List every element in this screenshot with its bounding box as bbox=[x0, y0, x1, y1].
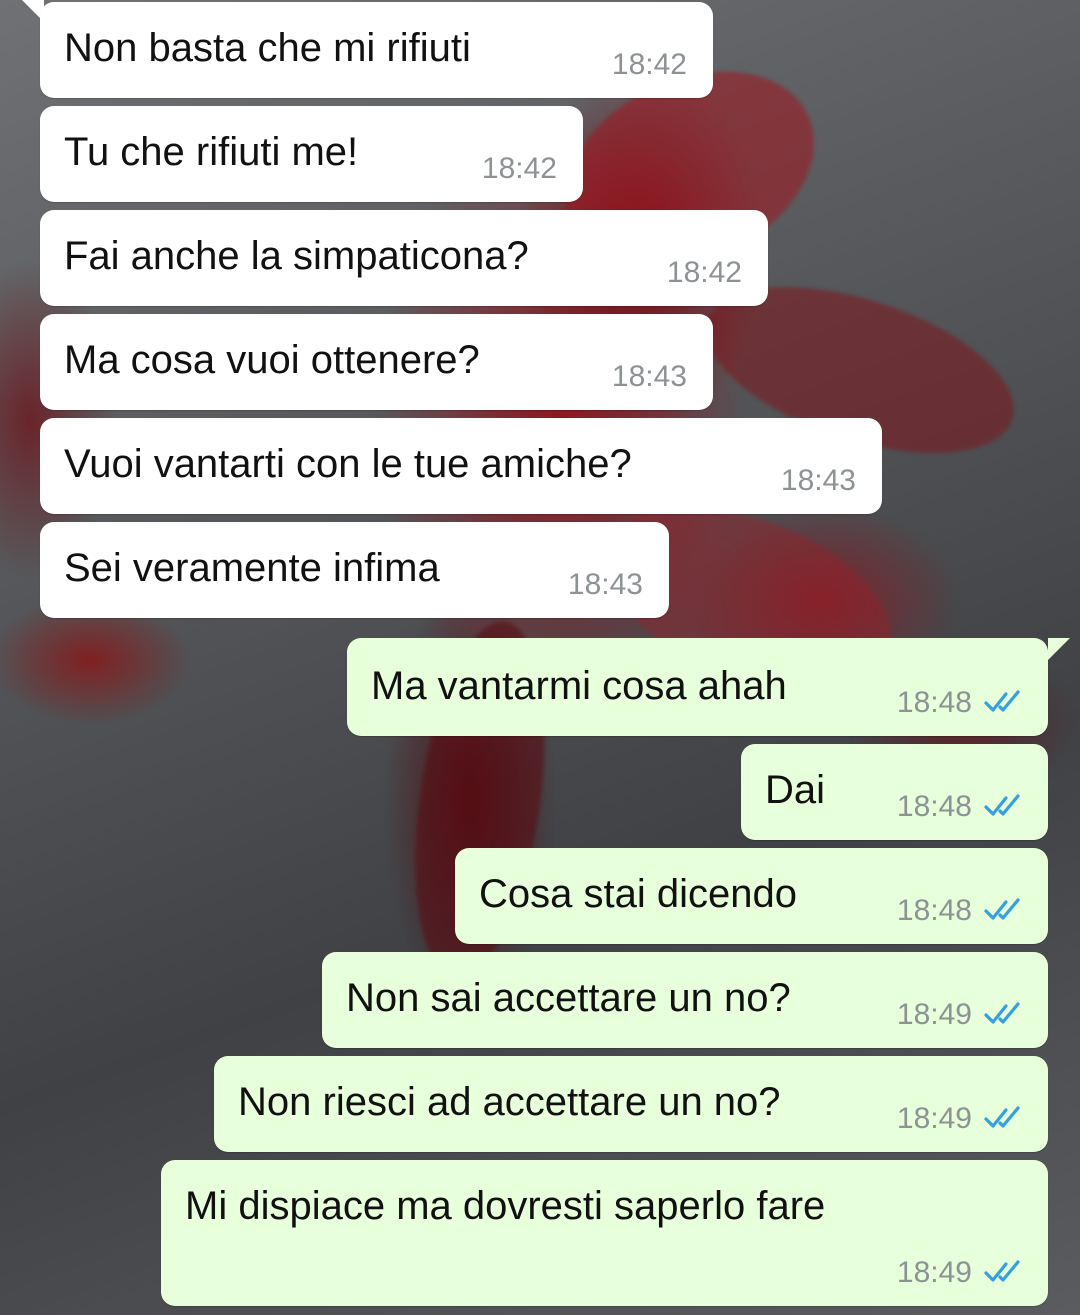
double-check-icon bbox=[984, 1260, 1020, 1282]
incoming-message[interactable]: Sei veramente infima 18:43 bbox=[40, 522, 669, 618]
message-text: Non sai accettare un no? bbox=[346, 976, 791, 1020]
message-text: Non basta che mi rifiuti bbox=[64, 26, 471, 70]
double-check-icon bbox=[984, 1002, 1020, 1024]
outgoing-message[interactable]: Non sai accettare un no? 18:49 bbox=[322, 952, 1048, 1048]
incoming-message[interactable]: Ma cosa vuoi ottenere? 18:43 bbox=[40, 314, 713, 410]
outgoing-message[interactable]: Mi dispiace ma dovresti saperlo fare 18:… bbox=[161, 1160, 1048, 1306]
message-text: Ma vantarmi cosa ahah bbox=[371, 664, 787, 708]
outgoing-bubble-tail bbox=[1048, 638, 1070, 660]
message-text: Non riesci ad accettare un no? bbox=[238, 1080, 781, 1124]
message-timestamp: 18:42 bbox=[666, 256, 742, 289]
message-timestamp: 18:48 bbox=[896, 686, 972, 719]
outgoing-message[interactable]: Cosa stai dicendo 18:48 bbox=[455, 848, 1048, 944]
message-text: Cosa stai dicendo bbox=[479, 872, 797, 916]
message-text: Fai anche la simpaticona? bbox=[64, 234, 529, 278]
double-check-icon bbox=[984, 690, 1020, 712]
message-text: Vuoi vantarti con le tue amiche? bbox=[64, 442, 632, 486]
message-text: Ma cosa vuoi ottenere? bbox=[64, 338, 480, 382]
message-timestamp: 18:42 bbox=[611, 48, 687, 81]
message-timestamp: 18:43 bbox=[780, 464, 856, 497]
double-check-icon bbox=[984, 794, 1020, 816]
incoming-message[interactable]: Tu che rifiuti me! 18:42 bbox=[40, 106, 583, 202]
message-text: Tu che rifiuti me! bbox=[64, 130, 359, 174]
incoming-message[interactable]: Non basta che mi rifiuti 18:42 bbox=[40, 2, 713, 98]
message-text: Dai bbox=[765, 768, 826, 812]
outgoing-message[interactable]: Non riesci ad accettare un no? 18:49 bbox=[214, 1056, 1048, 1152]
message-timestamp: 18:48 bbox=[896, 790, 972, 823]
message-text: Mi dispiace ma dovresti saperlo fare bbox=[185, 1184, 826, 1228]
message-timestamp: 18:49 bbox=[896, 1256, 972, 1289]
message-timestamp: 18:49 bbox=[896, 1102, 972, 1135]
message-timestamp: 18:42 bbox=[481, 152, 557, 185]
message-timestamp: 18:49 bbox=[896, 998, 972, 1031]
double-check-icon bbox=[984, 1106, 1020, 1128]
incoming-message[interactable]: Fai anche la simpaticona? 18:42 bbox=[40, 210, 768, 306]
message-timestamp: 18:43 bbox=[611, 360, 687, 393]
message-timestamp: 18:48 bbox=[896, 894, 972, 927]
message-timestamp: 18:43 bbox=[567, 568, 643, 601]
outgoing-message[interactable]: Dai 18:48 bbox=[741, 744, 1048, 840]
incoming-message[interactable]: Vuoi vantarti con le tue amiche? 18:43 bbox=[40, 418, 882, 514]
message-text: Sei veramente infima bbox=[64, 546, 440, 590]
double-check-icon bbox=[984, 898, 1020, 920]
outgoing-message[interactable]: Ma vantarmi cosa ahah 18:48 bbox=[347, 638, 1048, 736]
